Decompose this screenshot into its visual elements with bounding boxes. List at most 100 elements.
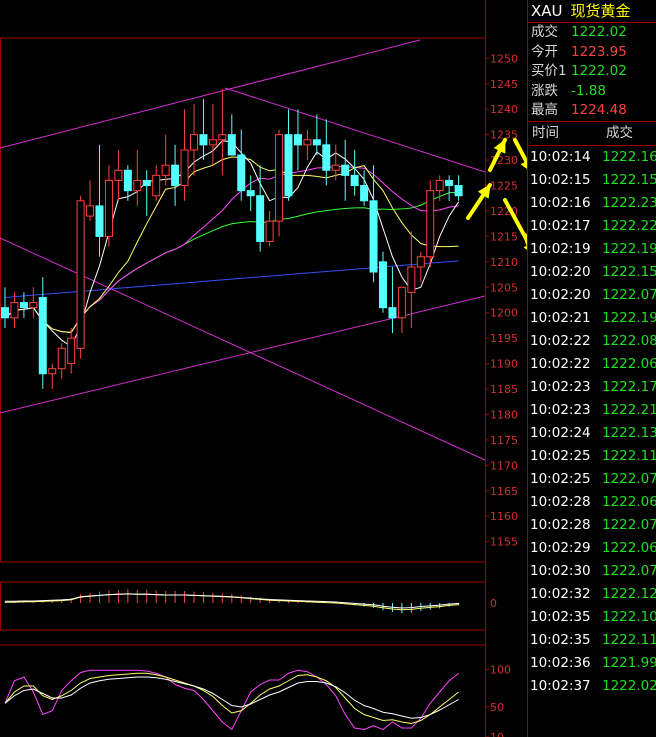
quote-label: 最高 bbox=[531, 102, 558, 118]
tick-price: 1222.12 bbox=[602, 585, 656, 602]
candle-body bbox=[426, 190, 435, 258]
candle-body bbox=[38, 296, 47, 375]
tick-row[interactable]: 10:02:37 1222.02 bbox=[528, 675, 656, 698]
candle-body bbox=[454, 185, 463, 197]
y-tick-label: 1210 bbox=[490, 256, 518, 269]
y-tick-label: 1165 bbox=[490, 485, 518, 498]
tick-row[interactable]: 10:02:15 1222.15 bbox=[528, 169, 656, 192]
candle-body bbox=[416, 256, 425, 268]
tick-price: 1222.10 bbox=[602, 608, 656, 625]
quote-row: 成交 1222.02 bbox=[528, 23, 656, 43]
tick-row[interactable]: 10:02:17 1222.22 bbox=[528, 215, 656, 238]
candle-body bbox=[218, 134, 227, 141]
candle-body bbox=[142, 179, 151, 187]
tick-price: 1222.13 bbox=[602, 424, 656, 441]
tick-price: 1222.08 bbox=[602, 332, 656, 349]
candle-body bbox=[303, 139, 312, 146]
tick-row[interactable]: 10:02:22 1222.06 bbox=[528, 353, 656, 376]
tick-price: 1222.06 bbox=[602, 355, 656, 372]
tick-price: 1222.11 bbox=[602, 447, 656, 464]
tick-time: 10:02:37 bbox=[530, 677, 591, 694]
tick-row[interactable]: 10:02:16 1222.23 bbox=[528, 192, 656, 215]
tick-row[interactable]: 10:02:22 1222.08 bbox=[528, 330, 656, 353]
candle-body bbox=[293, 134, 302, 146]
quote-value: 1222.02 bbox=[571, 24, 627, 40]
tick-price: 1222.19 bbox=[602, 309, 656, 326]
symbol-code: XAU bbox=[531, 2, 563, 20]
candle-body bbox=[322, 144, 331, 171]
tick-row[interactable]: 10:02:30 1222.07 bbox=[528, 560, 656, 583]
tick-row[interactable]: 10:02:23 1222.17 bbox=[528, 376, 656, 399]
candle-body bbox=[360, 185, 369, 202]
candle-body bbox=[435, 179, 444, 192]
tick-row[interactable]: 10:02:29 1222.06 bbox=[528, 537, 656, 560]
y-tick-label: 1245 bbox=[490, 78, 518, 91]
candle-body bbox=[379, 261, 387, 309]
quote-header: XAU 现货黄金 bbox=[528, 0, 656, 22]
y-tick-label: 1205 bbox=[490, 281, 518, 294]
candle-body bbox=[10, 302, 19, 319]
tick-price: 1222.11 bbox=[602, 631, 656, 648]
tick-price: 1222.22 bbox=[602, 217, 656, 234]
tick-row[interactable]: 10:02:20 1222.15 bbox=[528, 261, 656, 284]
tick-time: 10:02:23 bbox=[530, 401, 591, 418]
tick-time: 10:02:21 bbox=[530, 309, 591, 326]
tick-row[interactable]: 10:02:23 1222.21 bbox=[528, 399, 656, 422]
y-tick-label: 1185 bbox=[490, 383, 518, 396]
quote-panel: XAU 现货黄金 成交 1222.02 今开 1223.95 买价1 1222.02 涨跌 -1… bbox=[527, 0, 656, 737]
tick-time: 10:02:22 bbox=[530, 332, 591, 349]
kline-chart[interactable]: 1250124512401235123012251220121512101205… bbox=[0, 0, 527, 737]
kline-chart-area[interactable]: 1250 1245 1240 1235 1230 1225 1220 1215 1210 1205… bbox=[0, 0, 527, 737]
tick-row[interactable]: 10:02:19 1222.19 bbox=[528, 238, 656, 261]
tick-row[interactable]: 10:02:36 1221.99 bbox=[528, 652, 656, 675]
quote-row: 最高 1224.48 bbox=[528, 101, 656, 121]
tick-row[interactable]: 10:02:25 1222.07 bbox=[528, 468, 656, 491]
y-tick-label: 1200 bbox=[490, 307, 518, 320]
candle-body bbox=[19, 302, 28, 309]
tick-time: 10:02:36 bbox=[530, 654, 591, 671]
quote-label: 今开 bbox=[531, 43, 558, 60]
tick-price: 1222.07 bbox=[602, 516, 656, 533]
tick-row[interactable]: 10:02:24 1222.13 bbox=[528, 422, 656, 445]
tick-row[interactable]: 10:02:25 1222.11 bbox=[528, 445, 656, 468]
tick-time-header: 时间 bbox=[532, 124, 559, 141]
tick-time: 10:02:17 bbox=[530, 217, 591, 234]
candle-body bbox=[227, 134, 236, 156]
tick-row[interactable]: 10:02:32 1222.12 bbox=[528, 583, 656, 606]
tick-row[interactable]: 10:02:14 1222.16 bbox=[528, 146, 656, 169]
tick-row[interactable]: 10:02:20 1222.07 bbox=[528, 284, 656, 307]
candle-body bbox=[388, 307, 397, 319]
candle-body bbox=[275, 134, 284, 222]
candle-body bbox=[57, 347, 66, 370]
kdj-y-tick-label: 50 bbox=[490, 701, 504, 714]
y-tick-label: 1215 bbox=[490, 230, 518, 243]
candle-body bbox=[265, 220, 274, 242]
kdj-line bbox=[4, 672, 459, 725]
tick-time: 10:02:28 bbox=[530, 493, 591, 510]
kdj-y-tick-label: 10 bbox=[490, 731, 504, 737]
candle-body bbox=[407, 266, 416, 293]
candle-body bbox=[76, 200, 85, 349]
quote-value: 1222.02 bbox=[571, 63, 627, 79]
macd-frame bbox=[0, 581, 486, 631]
candle-body bbox=[369, 200, 378, 273]
candle-body bbox=[114, 169, 123, 181]
tick-price: 1222.06 bbox=[602, 493, 656, 510]
quote-stats: 成交 1222.02 今开 1223.95 买价1 1222.02 涨跌 -1.88 最高 122… bbox=[528, 23, 656, 121]
tick-row[interactable]: 10:02:35 1222.10 bbox=[528, 606, 656, 629]
tick-row[interactable]: 10:02:35 1222.11 bbox=[528, 629, 656, 652]
quote-value: -1.88 bbox=[571, 82, 606, 99]
tick-row[interactable]: 10:02:28 1222.06 bbox=[528, 491, 656, 514]
tick-time: 10:02:19 bbox=[530, 240, 591, 257]
tick-row[interactable]: 10:02:28 1222.07 bbox=[528, 514, 656, 537]
tick-row[interactable]: 10:02:21 1222.19 bbox=[528, 307, 656, 330]
tick-list[interactable]: 10:02:14 1222.16 10:02:15 1222.15 10:02:16 12… bbox=[528, 146, 656, 698]
candle-body bbox=[104, 179, 113, 237]
quote-label: 涨跌 bbox=[531, 82, 558, 99]
candle-body bbox=[350, 174, 359, 187]
tick-time: 10:02:35 bbox=[530, 631, 591, 648]
tick-price: 1222.15 bbox=[602, 171, 656, 188]
candle-body bbox=[161, 164, 170, 176]
y-tick-label: 1155 bbox=[490, 536, 518, 549]
tick-price: 1222.02 bbox=[602, 677, 656, 694]
